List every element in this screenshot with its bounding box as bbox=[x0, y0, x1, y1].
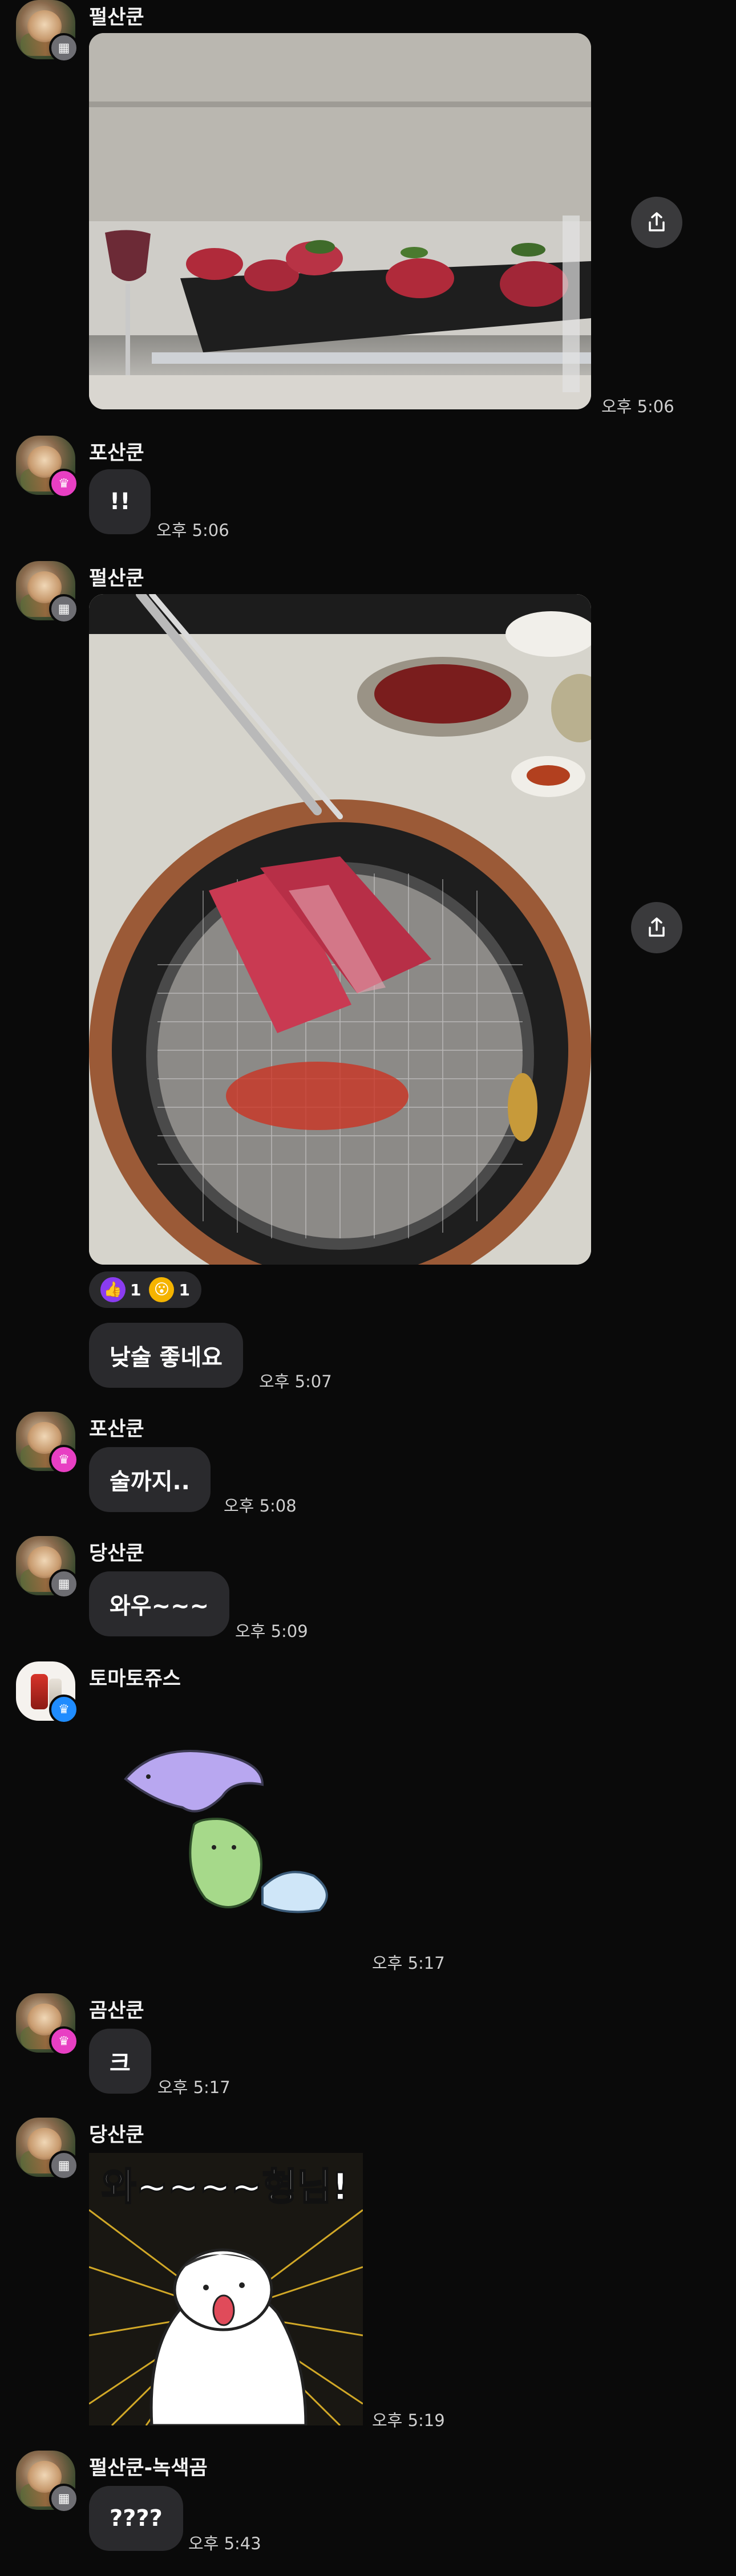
shared-photo[interactable] bbox=[89, 33, 591, 409]
sticker[interactable]: 와~~~~형님! bbox=[89, 2153, 363, 2425]
sender-name: 포산쿤 bbox=[89, 1418, 144, 1441]
sender-name: 토마토쥬스 bbox=[89, 1668, 181, 1691]
message-bubble[interactable]: 크 bbox=[89, 2029, 151, 2094]
avatar[interactable]: ▦ bbox=[16, 2451, 79, 2513]
message-time: 오후 5:06 bbox=[156, 521, 229, 540]
message-bubble[interactable]: ???? bbox=[89, 2486, 183, 2551]
message-bubble[interactable]: !! bbox=[89, 469, 151, 534]
crown-badge-icon: ♛ bbox=[49, 1695, 79, 1724]
sender-name: 포산쿤 bbox=[89, 442, 144, 465]
avatar[interactable]: ▦ bbox=[16, 0, 79, 63]
message-bubble[interactable]: 술까지.. bbox=[89, 1447, 211, 1512]
message-time: 오후 5:43 bbox=[188, 2534, 261, 2553]
avatar[interactable]: ♛ bbox=[16, 1412, 79, 1474]
manager-badge-icon: ▦ bbox=[49, 2151, 79, 2180]
message-time: 오후 5:17 bbox=[372, 1953, 445, 1973]
share-button[interactable] bbox=[631, 902, 682, 953]
manager-badge-icon: ▦ bbox=[49, 33, 79, 63]
message-time: 오후 5:07 bbox=[259, 1372, 332, 1391]
crown-badge-icon: ♛ bbox=[49, 469, 79, 498]
photo-grill bbox=[89, 594, 591, 1265]
photo-meat-plates bbox=[89, 33, 591, 409]
share-button[interactable] bbox=[631, 197, 682, 248]
share-icon bbox=[649, 917, 665, 937]
avatar[interactable]: ▦ bbox=[16, 1536, 79, 1599]
reaction-thumbs-up[interactable]: 👍 1 bbox=[100, 1277, 141, 1302]
avatar[interactable]: ♛ bbox=[16, 1993, 79, 2056]
avatar[interactable]: ▦ bbox=[16, 561, 79, 624]
message-time: 오후 5:06 bbox=[601, 397, 674, 416]
message-time: 오후 5:08 bbox=[224, 1496, 297, 1515]
shared-photo[interactable] bbox=[89, 594, 591, 1265]
reaction-surprised[interactable]: 😮 1 bbox=[149, 1277, 190, 1302]
message-bubble[interactable]: 낮술 좋네요 bbox=[89, 1323, 243, 1388]
sender-name: 펄산쿤-녹색곰 bbox=[89, 2457, 208, 2480]
sender-name: 곰산쿤 bbox=[89, 2000, 144, 2022]
sender-name: 펄산쿤 bbox=[89, 6, 144, 29]
crown-badge-icon: ♛ bbox=[49, 2026, 79, 2056]
manager-badge-icon: ▦ bbox=[49, 2484, 79, 2513]
sticker[interactable] bbox=[114, 1733, 354, 1927]
avatar[interactable]: ♛ bbox=[16, 436, 79, 498]
manager-badge-icon: ▦ bbox=[49, 1569, 79, 1599]
manager-badge-icon: ▦ bbox=[49, 594, 79, 624]
message-time: 오후 5:19 bbox=[372, 2411, 445, 2430]
sender-name: 당산쿤 bbox=[89, 1542, 144, 1565]
sticker-text: 와~~~~형님! bbox=[102, 2165, 349, 2209]
message-bubble[interactable]: 와우~~~ bbox=[89, 1571, 230, 1636]
sender-name: 펄산쿤 bbox=[89, 567, 144, 590]
sender-name: 당산쿤 bbox=[89, 2124, 144, 2147]
share-icon bbox=[649, 212, 665, 231]
avatar[interactable]: ♛ bbox=[16, 1661, 79, 1724]
dinosaur-sticker bbox=[124, 1750, 328, 1913]
avatar[interactable]: ▦ bbox=[16, 2118, 79, 2180]
wow-sticker: 와~~~~형님! bbox=[89, 2153, 363, 2425]
reactions-bar[interactable]: 👍 1 😮 1 bbox=[89, 1271, 201, 1308]
crown-badge-icon: ♛ bbox=[49, 1445, 79, 1474]
surprised-face-icon: 😮 bbox=[149, 1277, 175, 1302]
message-time: 오후 5:09 bbox=[235, 1622, 308, 1641]
reaction-count: 1 bbox=[130, 1280, 141, 1299]
message-time: 오후 5:17 bbox=[157, 2078, 230, 2097]
thumbs-up-icon: 👍 bbox=[100, 1277, 126, 1302]
reaction-count: 1 bbox=[179, 1280, 190, 1299]
